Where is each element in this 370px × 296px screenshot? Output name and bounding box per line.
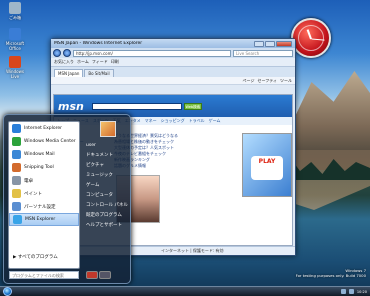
start-search-input[interactable]: プログラムとファイルの検索 [9,271,79,279]
snipping-icon [12,163,21,172]
program-item-personalize[interactable]: パーソナル設定 [9,200,79,213]
start-right-pane: user ドキュメント ピクチャ ミュージック ゲーム コンピュータ コントロー… [84,121,130,231]
personalize-icon [12,202,21,211]
volume-icon[interactable] [348,289,354,294]
power-controls [86,271,111,279]
avatar [100,121,116,137]
close-button[interactable] [276,40,292,47]
nav-link[interactable]: ゲーム [209,118,221,124]
system-tray: 10:20 [340,289,370,294]
nav-link[interactable]: トラベル [189,118,205,124]
msn-search-input[interactable] [91,102,182,110]
shutdown-button[interactable] [86,271,98,279]
toolbar-item[interactable]: フィード [92,59,108,65]
msn-icon [13,215,22,224]
right-item-user[interactable]: user [84,141,130,151]
forward-button[interactable] [63,49,71,57]
right-item-help[interactable]: ヘルプとサポート [84,221,130,231]
network-icon[interactable] [340,289,346,294]
browser-titlebar[interactable]: MSN Japan - Windows Internet Explorer [51,39,295,48]
right-item-documents[interactable]: ドキュメント [84,151,130,161]
desktop-icon-live[interactable]: Windows Live [2,56,28,79]
ad-text: PLAY [251,156,283,180]
program-item-mail[interactable]: Windows Mail [9,148,79,161]
build-watermark: Windows 7 For testing purposes only. Bui… [295,268,366,278]
command-bar: ページ セーフティ ツール [51,77,295,85]
nav-link[interactable]: マネー [145,118,157,124]
live-icon [9,56,21,68]
all-programs-link[interactable]: ▶ すべてのプログラム [13,254,58,260]
taskbar: 10:20 [0,286,370,296]
power-options-button[interactable] [99,271,111,279]
right-item-pictures[interactable]: ピクチャ [84,161,130,171]
minimize-button[interactable] [254,40,264,47]
program-item-ie[interactable]: Internet Explorer [9,122,79,135]
right-item-default-programs[interactable]: 既定のプログラム [84,211,130,221]
right-item-music[interactable]: ミュージック [84,171,130,181]
msn-logo[interactable]: msn [58,100,84,113]
clock-gadget[interactable] [291,18,331,58]
desktop-icon-recycle-bin[interactable]: ごみ箱 [2,2,28,20]
headline-list: どうなる世界経済？景気はどうなる 為替相場と株価の動きをチェック 大型連休の予定… [114,133,234,169]
tab-msn[interactable]: MSN Japan [54,69,84,77]
cmd-safety[interactable]: セーフティ [257,78,277,84]
paint-icon [12,189,21,198]
start-menu: Internet Explorer Windows Media Center W… [3,114,131,284]
start-button[interactable] [3,287,12,296]
toolbar-item[interactable]: 印刷 [111,59,119,65]
toolbar-item[interactable]: お気に入り [54,59,74,65]
clock-time[interactable]: 10:20 [357,290,367,294]
calculator-icon [12,176,21,185]
maximize-button[interactable] [265,40,275,47]
mail-icon [12,150,21,159]
right-item-games[interactable]: ゲーム [84,181,130,191]
address-bar: http://jp.msn.com/ Live Search [51,48,295,58]
ad-banner[interactable]: PLAY [242,133,292,197]
media-center-icon [12,137,21,146]
right-item-control-panel[interactable]: コントロール パネル [84,201,130,211]
toolbar-item[interactable]: ホーム [77,59,89,65]
back-button[interactable] [53,49,61,57]
program-item-snipping[interactable]: Snipping Tool [9,161,79,174]
program-item-paint[interactable]: ペイント [9,187,79,200]
cmd-page[interactable]: ページ [243,78,255,84]
program-item-media-center[interactable]: Windows Media Center [9,135,79,148]
desktop: ごみ箱 Microsoft Office Windows Live Bo Sit… [0,0,370,296]
cmd-tools[interactable]: ツール [280,78,292,84]
program-item-calculator[interactable]: 電卓 [9,174,79,187]
tab-mail[interactable]: Bo Sit/Mail [84,69,114,77]
favorites-toolbar: お気に入り ホーム フィード 印刷 [51,58,295,67]
program-item-msn[interactable]: MSN Explorer [9,213,79,226]
url-input[interactable]: http://jp.msn.com/ [73,49,231,57]
nav-link[interactable]: ショッピング [161,118,185,124]
desktop-icon-office[interactable]: Microsoft Office [2,28,28,51]
ie-icon [12,124,21,133]
office-icon [9,28,21,40]
tab-strip: MSN Japan Bo Sit/Mail [51,67,295,77]
program-list: Internet Explorer Windows Media Center W… [8,121,80,269]
msn-search-button[interactable]: Web検索 [183,102,202,110]
recycle-bin-icon [9,2,21,14]
right-item-computer[interactable]: コンピュータ [84,191,130,201]
search-input[interactable]: Live Search [233,49,293,57]
headline[interactable]: 話題のグルメ情報 [114,163,234,169]
